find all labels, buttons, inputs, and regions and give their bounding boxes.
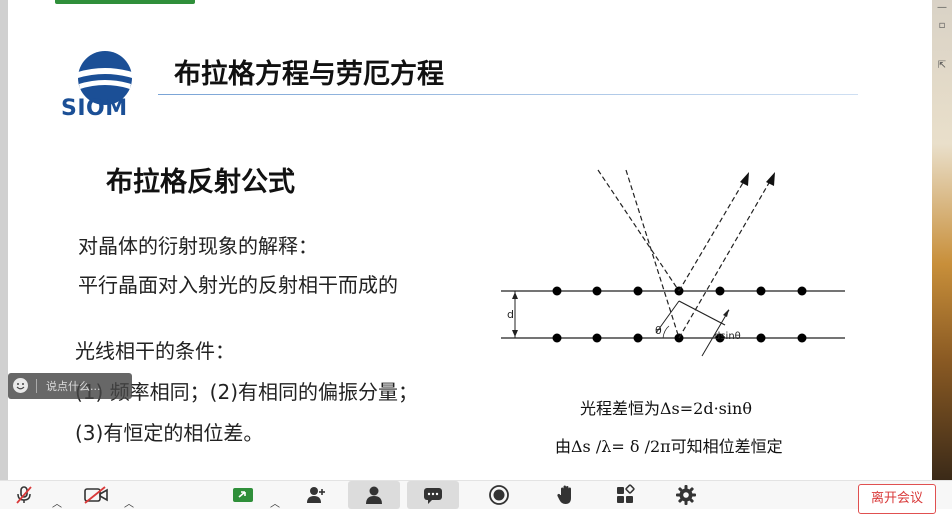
raise-hand-icon — [557, 485, 571, 504]
formula-path-difference: 光程差恒为Δs=2d·sinθ — [580, 399, 752, 418]
right-side-panel: — ▫ ⇱ — [932, 0, 952, 480]
apps-icon — [617, 484, 635, 503]
mic-muted-icon — [16, 486, 32, 504]
sharing-indicator — [55, 0, 195, 4]
chat-button[interactable] — [407, 481, 459, 509]
chat-divider — [36, 379, 37, 393]
restore-icon[interactable]: ▫ — [936, 20, 948, 32]
title-divider — [158, 94, 858, 95]
theta-label: θ — [655, 324, 662, 337]
share-screen-button[interactable] — [228, 481, 258, 509]
slide-title: 布拉格方程与劳厄方程 — [174, 59, 444, 90]
bragg-diagram: d θ dsinθ — [501, 169, 845, 357]
invite-button[interactable] — [302, 481, 330, 509]
settings-icon — [676, 485, 696, 505]
chat-icon — [424, 488, 442, 504]
raise-hand-button[interactable] — [552, 481, 580, 509]
body-line-3: 光线相干的条件： — [75, 339, 235, 363]
mic-button[interactable] — [10, 481, 38, 509]
minimize-icon[interactable]: — — [936, 2, 948, 14]
chat-input[interactable]: 说点什么... — [8, 373, 132, 399]
meeting-toolbar: ︿ ︿ ︿ — [0, 480, 952, 510]
left-edge — [0, 0, 8, 480]
logo-text: SIOM — [61, 96, 128, 121]
smile-icon[interactable] — [12, 377, 29, 394]
chat-placeholder: 说点什么... — [46, 380, 101, 393]
share-screen-icon — [233, 488, 253, 502]
body-line-1: 对晶体的衍射现象的解释： — [78, 234, 318, 258]
participants-button[interactable] — [348, 481, 400, 509]
settings-button[interactable] — [672, 481, 700, 509]
leave-meeting-button[interactable]: 离开会议 — [858, 484, 936, 514]
expand-icon[interactable]: ⇱ — [936, 60, 948, 72]
d-label: d — [507, 308, 514, 321]
record-icon — [489, 485, 509, 505]
shared-slide: SIOM 布拉格方程与劳厄方程 布拉格反射公式 对晶体的衍射现象的解释： 平行晶… — [8, 10, 932, 480]
formula-phase: 由Δs /λ= δ /2π可知相位差恒定 — [555, 437, 783, 456]
add-participant-icon — [307, 487, 325, 503]
dsin-label: dsinθ — [714, 331, 741, 342]
video-button[interactable] — [80, 481, 112, 509]
section-heading: 布拉格反射公式 — [106, 167, 295, 198]
participants-icon — [366, 486, 382, 504]
record-button[interactable] — [485, 481, 513, 509]
body-line-2: 平行晶面对入射光的反射相干而成的 — [78, 273, 398, 297]
apps-button[interactable] — [612, 481, 640, 509]
body-line-5: (3)有恒定的相位差。 — [75, 421, 264, 445]
video-off-icon — [84, 486, 108, 504]
